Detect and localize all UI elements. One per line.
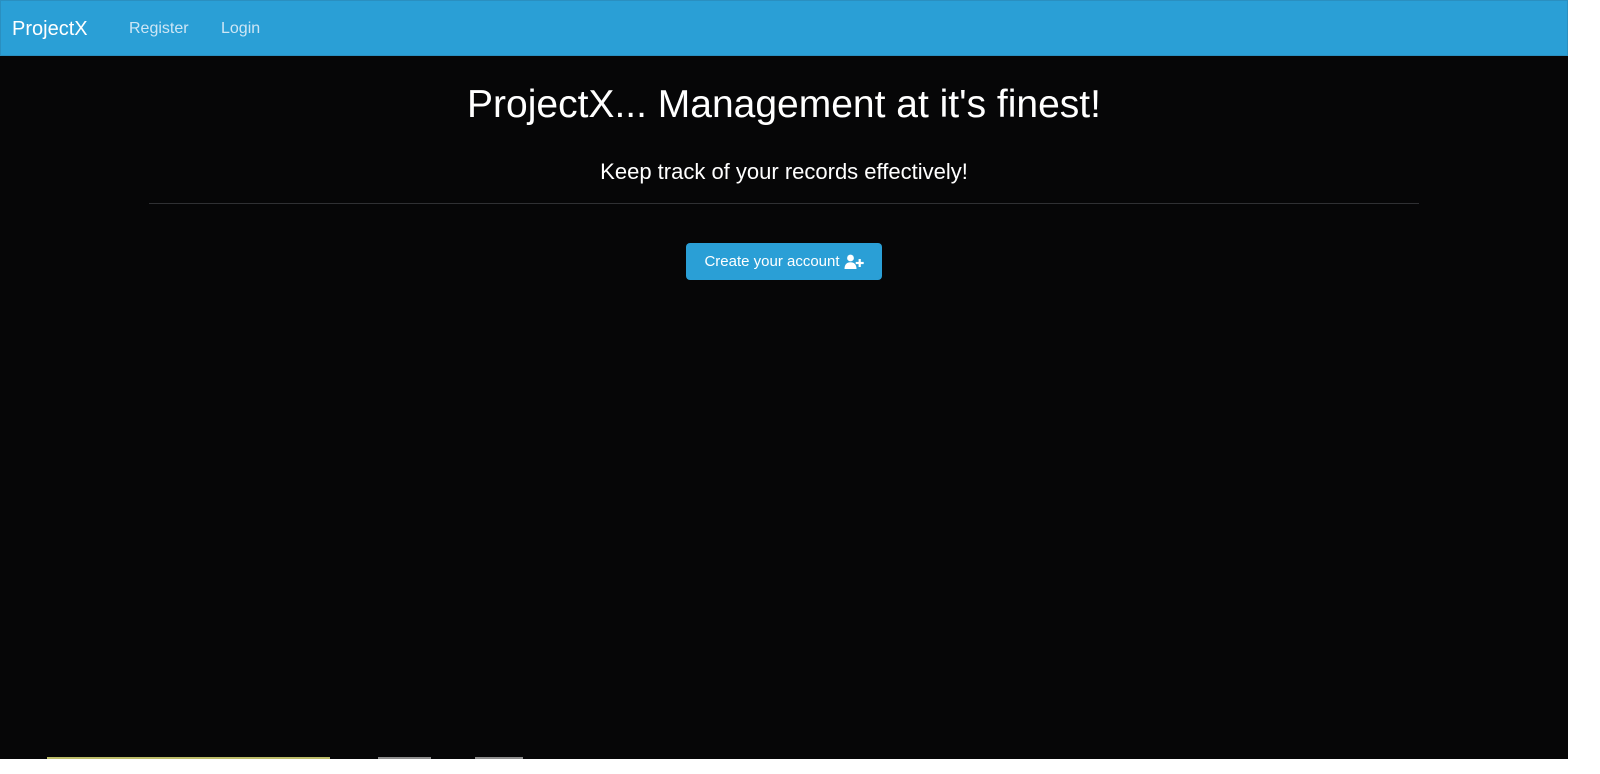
brand-link[interactable]: ProjectX (12, 17, 88, 41)
hero-subtitle: Keep track of your records effectively! (600, 159, 968, 184)
bottom-marker (378, 757, 431, 759)
create-account-label: Create your account (704, 253, 840, 270)
bottom-marker (47, 757, 330, 759)
main-content: ProjectX... Management at it's finest! K… (0, 56, 1568, 759)
hero-divider (149, 203, 1419, 204)
page-edge-bottom (0, 759, 1568, 774)
user-plus-icon (844, 254, 864, 270)
page-edge-right (1568, 0, 1600, 774)
create-account-button[interactable]: Create your account (686, 243, 882, 280)
nav-register-link[interactable]: Register (129, 19, 189, 39)
hero-title: ProjectX... Management at it's finest! (467, 83, 1101, 126)
bottom-marker (475, 757, 523, 759)
nav-login-link[interactable]: Login (221, 19, 260, 39)
top-navbar: ProjectX Register Login (0, 0, 1568, 56)
